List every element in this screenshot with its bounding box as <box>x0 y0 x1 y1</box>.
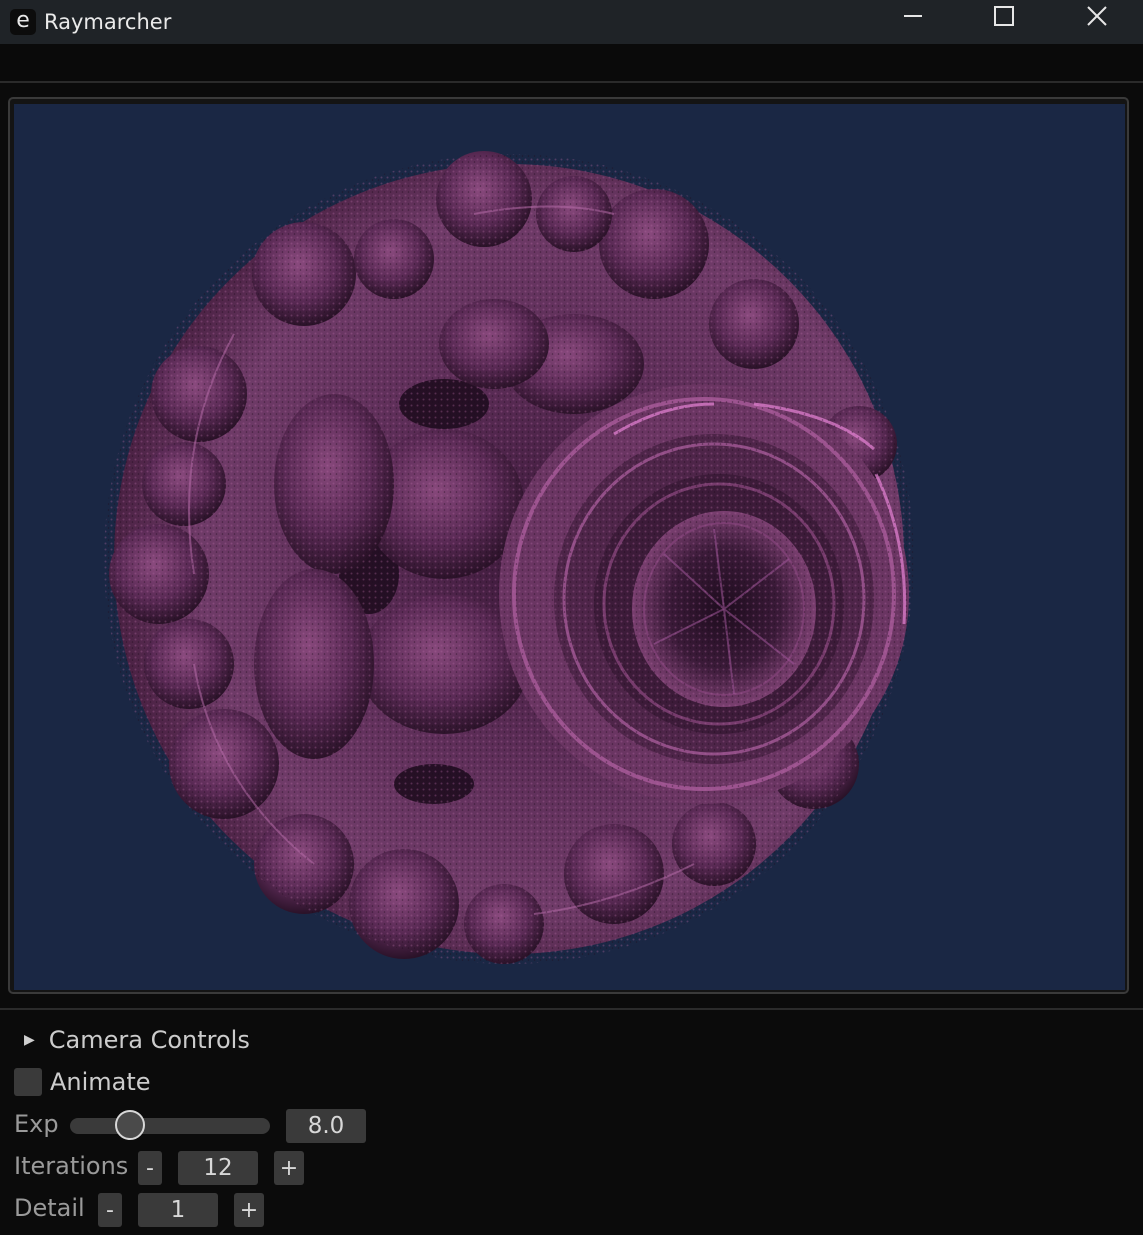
app-icon: e <box>10 9 36 35</box>
window-title: Raymarcher <box>44 10 172 34</box>
camera-controls-label: Camera Controls <box>48 1026 250 1054</box>
exp-value[interactable]: 8.0 <box>286 1109 366 1143</box>
mandelbulb-fractal-render <box>104 151 914 964</box>
iterations-label: Iterations <box>14 1152 129 1180</box>
iterations-value[interactable]: 12 <box>178 1151 258 1185</box>
detail-increment-button[interactable]: + <box>234 1193 264 1227</box>
render-viewport[interactable] <box>14 104 1125 990</box>
detail-decrement-button[interactable]: - <box>98 1193 122 1227</box>
close-button[interactable] <box>1074 0 1120 32</box>
detail-value[interactable]: 1 <box>138 1193 218 1227</box>
iterations-row: Iterations <box>14 1152 128 1180</box>
detail-row: Detail <box>14 1194 85 1222</box>
maximize-icon <box>994 6 1014 26</box>
collapse-arrow-icon: ▶ <box>24 1032 35 1048</box>
animate-row[interactable]: Animate <box>14 1068 151 1096</box>
exp-slider[interactable] <box>70 1110 270 1140</box>
animate-checkbox[interactable] <box>14 1068 42 1096</box>
detail-label: Detail <box>14 1194 85 1222</box>
title-bar[interactable]: e Raymarcher <box>0 0 1143 44</box>
iterations-decrement-button[interactable]: - <box>138 1151 162 1185</box>
minimize-button[interactable] <box>890 0 936 32</box>
exp-row: Exp <box>14 1110 59 1138</box>
close-icon <box>1087 6 1107 26</box>
iterations-increment-button[interactable]: + <box>274 1151 304 1185</box>
exp-slider-handle[interactable] <box>115 1110 145 1140</box>
exp-label: Exp <box>14 1110 59 1138</box>
minimize-icon <box>904 15 922 17</box>
menu-strip <box>0 44 1143 83</box>
maximize-button[interactable] <box>981 0 1027 32</box>
camera-controls-header[interactable]: ▶ Camera Controls <box>14 1026 250 1054</box>
animate-label: Animate <box>50 1068 151 1096</box>
